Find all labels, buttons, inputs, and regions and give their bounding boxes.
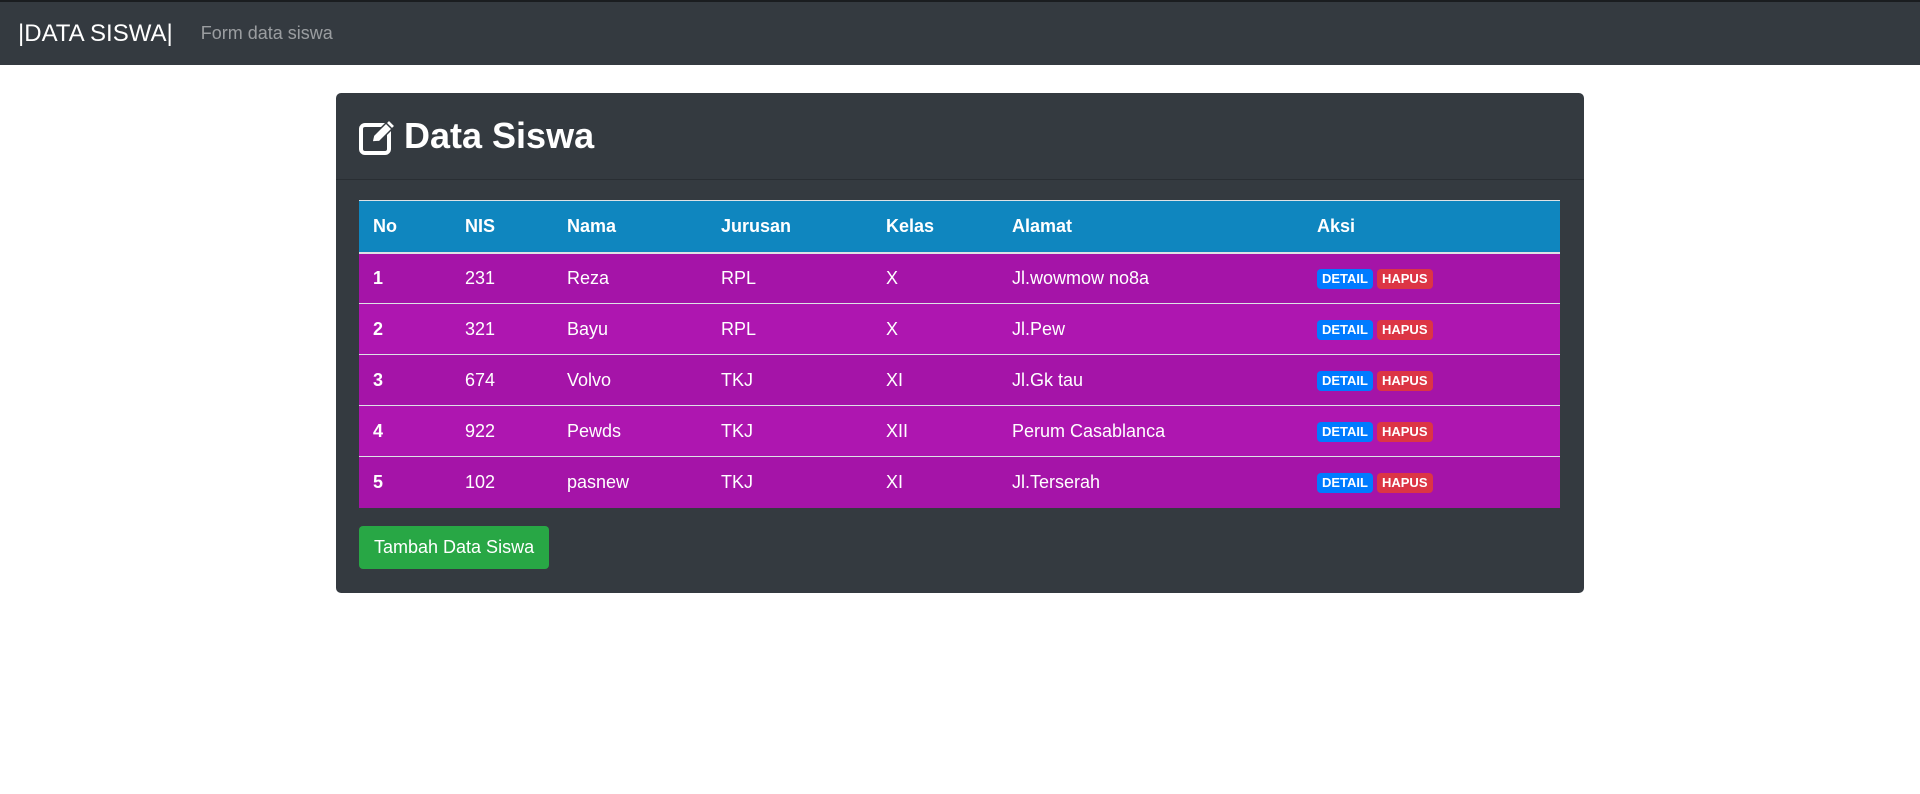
cell-kelas: XI bbox=[886, 369, 904, 390]
cell-nama: pasnew bbox=[567, 471, 630, 492]
table-header-row: No NIS Nama Jurusan Kelas Alamat Aksi bbox=[359, 200, 1560, 254]
cell-nis: 321 bbox=[465, 318, 496, 339]
column-header-nis: NIS bbox=[451, 200, 553, 254]
delete-button[interactable]: HAPUS bbox=[1376, 472, 1433, 493]
cell-no: 5 bbox=[373, 471, 384, 492]
detail-button[interactable]: DETAIL bbox=[1317, 319, 1373, 340]
cell-nis: 922 bbox=[465, 420, 496, 441]
cell-nama: Volvo bbox=[567, 369, 612, 390]
detail-button[interactable]: DETAIL bbox=[1317, 421, 1373, 442]
card-header: Data Siswa bbox=[336, 93, 1584, 180]
column-header-alamat: Alamat bbox=[998, 200, 1303, 254]
detail-button[interactable]: DETAIL bbox=[1317, 370, 1373, 391]
cell-jurusan: TKJ bbox=[721, 471, 754, 492]
table-row: 1 231 Reza RPL X Jl.wowmow no8a DETAIL HA… bbox=[359, 252, 1560, 304]
cell-nama: Bayu bbox=[567, 318, 609, 339]
cell-aksi: DETAIL HAPUS bbox=[1303, 253, 1560, 304]
detail-button[interactable]: DETAIL bbox=[1317, 472, 1373, 493]
cell-no: 3 bbox=[373, 369, 384, 390]
cell-no: 1 bbox=[373, 267, 384, 288]
delete-button[interactable]: HAPUS bbox=[1376, 421, 1433, 442]
cell-aksi: DETAIL HAPUS bbox=[1303, 304, 1560, 355]
students-table-wrapper: No NIS Nama Jurusan Kelas Alamat Aksi 1 … bbox=[359, 200, 1560, 508]
data-siswa-card: Data Siswa No NIS Nama Jurusan Kelas Ala… bbox=[336, 93, 1584, 593]
edit-icon bbox=[359, 118, 397, 155]
delete-button[interactable]: HAPUS bbox=[1376, 319, 1433, 340]
navbar-brand[interactable]: |DATA SISWA| bbox=[18, 20, 173, 48]
delete-button[interactable]: HAPUS bbox=[1376, 268, 1433, 289]
cell-alamat: Jl.Gk tau bbox=[1012, 369, 1084, 390]
column-header-kelas: Kelas bbox=[872, 200, 998, 254]
cell-nis: 102 bbox=[465, 471, 496, 492]
column-header-aksi: Aksi bbox=[1303, 200, 1560, 254]
table-row: 4 922 Pewds TKJ XII Perum Casablanca DET… bbox=[359, 405, 1560, 457]
cell-no: 2 bbox=[373, 318, 384, 339]
column-header-jurusan: Jurusan bbox=[707, 200, 872, 254]
delete-button[interactable]: HAPUS bbox=[1376, 370, 1433, 391]
table-row: 5 102 pasnew TKJ XI Jl.Terserah DETAIL HA… bbox=[359, 456, 1560, 508]
cell-nis: 674 bbox=[465, 369, 496, 390]
table-row: 2 321 Bayu RPL X Jl.Pew DETAIL HAPUS bbox=[359, 303, 1560, 355]
table-row: 3 674 Volvo TKJ XI Jl.Gk tau DETAIL HAPUS bbox=[359, 354, 1560, 406]
add-student-button[interactable]: Tambah Data Siswa bbox=[359, 526, 550, 569]
cell-kelas: X bbox=[886, 267, 899, 288]
cell-jurusan: RPL bbox=[721, 267, 757, 288]
cell-alamat: Jl.wowmow no8a bbox=[1012, 267, 1150, 288]
cell-aksi: DETAIL HAPUS bbox=[1303, 355, 1560, 406]
cell-aksi: DETAIL HAPUS bbox=[1303, 406, 1560, 457]
page-title: Data Siswa bbox=[404, 115, 595, 156]
cell-alamat: Jl.Terserah bbox=[1012, 471, 1101, 492]
cell-jurusan: TKJ bbox=[721, 369, 754, 390]
cell-alamat: Jl.Pew bbox=[1012, 318, 1066, 339]
cell-kelas: XI bbox=[886, 471, 904, 492]
cell-jurusan: RPL bbox=[721, 318, 757, 339]
cell-aksi: DETAIL HAPUS bbox=[1303, 457, 1560, 508]
detail-button[interactable]: DETAIL bbox=[1317, 268, 1373, 289]
cell-kelas: X bbox=[886, 318, 899, 339]
cell-alamat: Perum Casablanca bbox=[1012, 420, 1166, 441]
cell-nis: 231 bbox=[465, 267, 496, 288]
cell-jurusan: TKJ bbox=[721, 420, 754, 441]
students-table: No NIS Nama Jurusan Kelas Alamat Aksi 1 … bbox=[359, 200, 1560, 508]
column-header-no: No bbox=[359, 200, 451, 254]
cell-no: 4 bbox=[373, 420, 384, 441]
cell-kelas: XII bbox=[886, 420, 909, 441]
cell-nama: Reza bbox=[567, 267, 610, 288]
nav-link-form-data-siswa[interactable]: Form data siswa bbox=[201, 23, 333, 44]
cell-nama: Pewds bbox=[567, 420, 622, 441]
column-header-nama: Nama bbox=[553, 200, 707, 254]
navbar: |DATA SISWA| Form data siswa bbox=[0, 2, 1920, 65]
